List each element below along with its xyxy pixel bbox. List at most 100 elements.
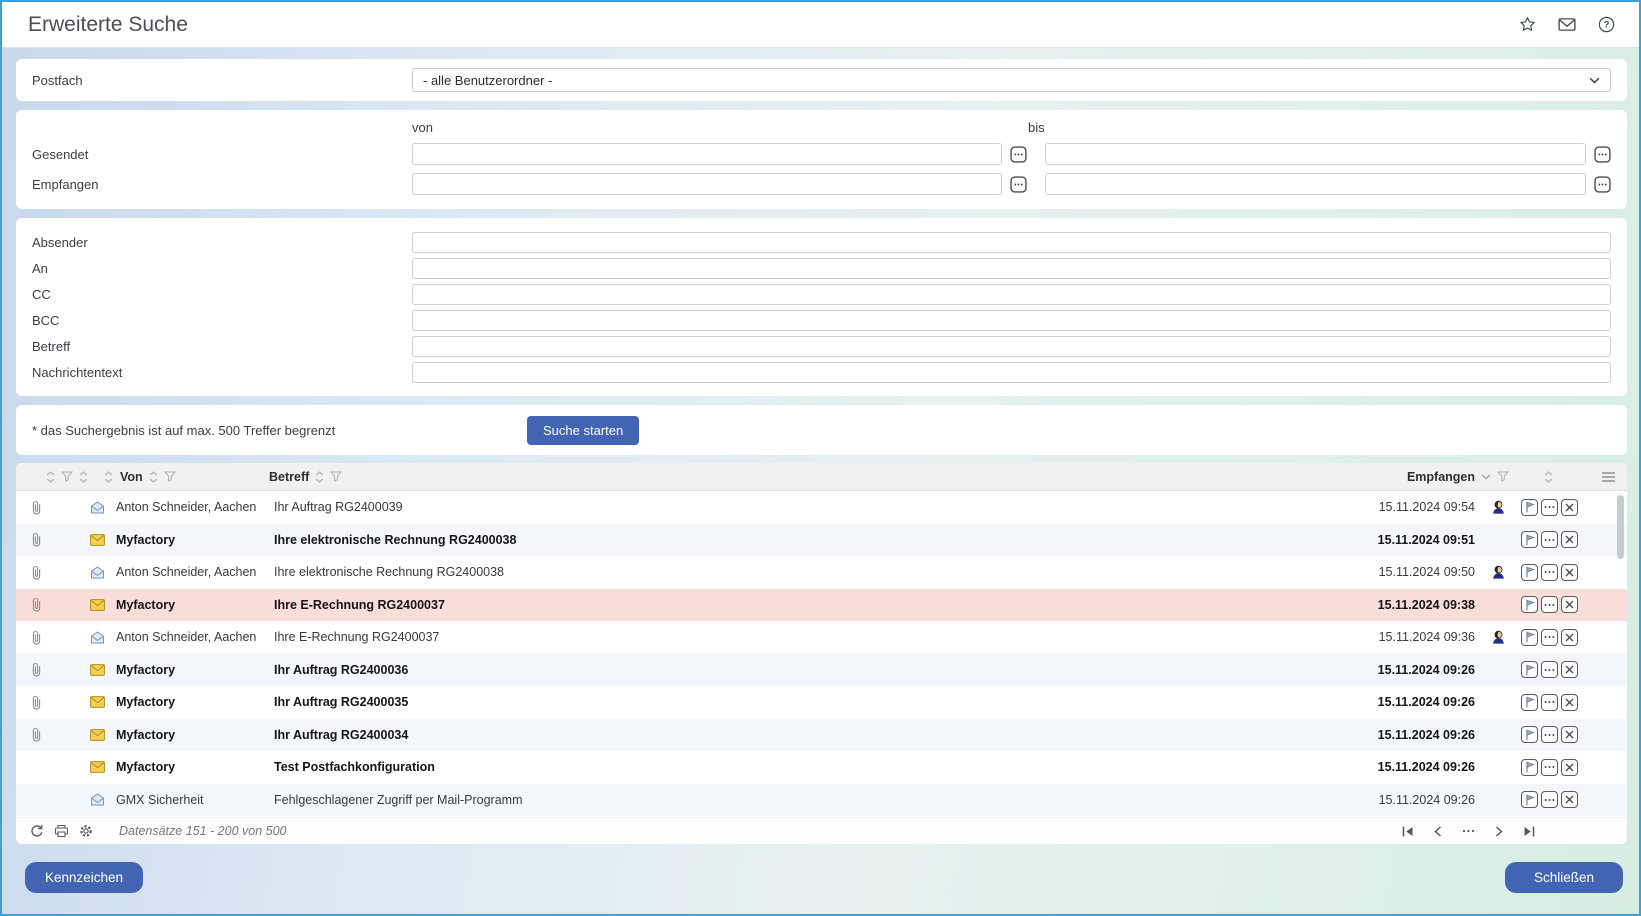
print-icon[interactable] [54, 824, 69, 838]
flag-button[interactable] [1521, 498, 1538, 516]
more-actions-button[interactable] [1541, 791, 1558, 809]
paperclip-icon [32, 532, 41, 547]
text-filter-row: Betreff [32, 335, 1611, 357]
text-field-input[interactable] [412, 231, 1611, 253]
svg-text:?: ? [1604, 20, 1610, 31]
row-subject: Ihr Auftrag RG2400034 [274, 727, 409, 742]
help-icon[interactable]: ? [1598, 16, 1615, 33]
gear-icon[interactable] [79, 824, 93, 838]
date-von-input[interactable] [412, 143, 1002, 165]
more-actions-button[interactable] [1541, 498, 1558, 516]
more-actions-button[interactable] [1541, 531, 1558, 549]
filter-icon[interactable] [163, 471, 176, 482]
delete-button[interactable] [1561, 791, 1578, 809]
delete-button[interactable] [1561, 563, 1578, 581]
envelope-icon[interactable] [1558, 17, 1576, 32]
table-row[interactable]: Anton Schneider, Aachen Ihre elektronisch… [16, 556, 1627, 589]
date-picker-button[interactable] [1010, 145, 1027, 163]
postfach-select[interactable]: - alle Benutzerordner - [412, 68, 1611, 92]
text-field-input[interactable] [412, 283, 1611, 305]
delete-button[interactable] [1561, 726, 1578, 744]
date-von-input[interactable] [412, 173, 1002, 195]
table-row[interactable]: Anton Schneider, Aachen Ihr Auftrag RG240… [16, 491, 1627, 524]
flag-button[interactable] [1521, 661, 1538, 679]
more-actions-button[interactable] [1541, 693, 1558, 711]
table-row[interactable]: Myfactory Ihr Auftrag RG2400036 15.11.2024… [16, 653, 1627, 686]
more-actions-button[interactable] [1541, 596, 1558, 614]
delete-button[interactable] [1561, 661, 1578, 679]
vertical-scrollbar[interactable] [1617, 495, 1624, 559]
text-field-input[interactable] [412, 361, 1611, 383]
flag-button[interactable] [1521, 726, 1538, 744]
text-field-input[interactable] [412, 309, 1611, 331]
date-filter-row: Empfangen [32, 173, 1611, 195]
ellipsis-icon [1544, 733, 1555, 737]
star-icon[interactable] [1519, 16, 1536, 33]
text-field-input[interactable] [412, 335, 1611, 357]
row-subject: Ihre elektronische Rechnung RG2400038 [274, 532, 517, 547]
flag-button[interactable] [1521, 758, 1538, 776]
delete-button[interactable] [1561, 628, 1578, 646]
flag-button[interactable] [1521, 791, 1538, 809]
more-actions-button[interactable] [1541, 628, 1558, 646]
sort-desc-icon[interactable] [1481, 474, 1491, 480]
row-received: 15.11.2024 09:51 [1377, 532, 1475, 547]
first-page-icon[interactable] [1402, 826, 1414, 837]
delete-button[interactable] [1561, 596, 1578, 614]
sort-icon[interactable] [79, 470, 88, 483]
menu-icon[interactable] [1602, 471, 1615, 482]
row-from: Anton Schneider, Aachen [116, 565, 257, 580]
close-x-icon [1565, 503, 1574, 512]
suche-starten-button[interactable]: Suche starten [527, 415, 640, 445]
flag-button[interactable] [1521, 693, 1538, 711]
sort-icon[interactable] [46, 470, 55, 483]
date-picker-button[interactable] [1594, 175, 1611, 193]
date-bis-input[interactable] [1045, 143, 1586, 165]
sort-icon[interactable] [104, 470, 113, 483]
table-row[interactable]: Myfactory Ihre E-Rechnung RG2400037 15.11.… [16, 588, 1627, 621]
sort-icon[interactable] [1544, 470, 1553, 483]
column-von[interactable]: Von [120, 470, 143, 484]
column-betreff[interactable]: Betreff [269, 470, 309, 484]
text-filter-row: An [32, 257, 1611, 279]
schliessen-button[interactable]: Schließen [1505, 861, 1623, 893]
date-bis-input[interactable] [1045, 173, 1586, 195]
text-field-input[interactable] [412, 257, 1611, 279]
next-page-icon[interactable] [1495, 825, 1503, 837]
flag-button[interactable] [1521, 596, 1538, 614]
flag-button[interactable] [1521, 531, 1538, 549]
flag-button[interactable] [1521, 563, 1538, 581]
table-row[interactable]: Myfactory Ihre elektronische Rechnung RG2… [16, 523, 1627, 556]
more-actions-button[interactable] [1541, 726, 1558, 744]
filter-icon[interactable] [1497, 471, 1509, 482]
column-empfangen[interactable]: Empfangen [1407, 470, 1475, 484]
close-x-icon [1565, 698, 1574, 707]
date-picker-button[interactable] [1594, 145, 1611, 163]
kennzeichen-button[interactable]: Kennzeichen [25, 861, 143, 893]
prev-page-icon[interactable] [1434, 825, 1442, 837]
filter-icon[interactable] [330, 471, 343, 482]
table-row[interactable]: Myfactory Ihr Auftrag RG2400034 15.11.2024… [16, 718, 1627, 751]
date-range-panel: von bis Gesendet Empfangen [16, 110, 1627, 209]
more-actions-button[interactable] [1541, 661, 1558, 679]
sort-icon[interactable] [149, 470, 158, 483]
refresh-icon[interactable] [30, 824, 44, 838]
table-row[interactable]: Anton Schneider, Aachen Ihre E-Rechnung R… [16, 621, 1627, 654]
date-picker-button[interactable] [1010, 175, 1027, 193]
more-actions-button[interactable] [1541, 758, 1558, 776]
delete-button[interactable] [1561, 498, 1578, 516]
delete-button[interactable] [1561, 758, 1578, 776]
last-page-icon[interactable] [1523, 826, 1535, 837]
delete-button[interactable] [1561, 531, 1578, 549]
filter-icon[interactable] [61, 471, 73, 482]
flag-icon [1524, 664, 1536, 676]
more-pages-icon[interactable] [1462, 829, 1475, 833]
delete-button[interactable] [1561, 693, 1578, 711]
table-row[interactable]: GMX Sicherheit Fehlgeschlagener Zugriff p… [16, 783, 1627, 816]
sort-icon[interactable] [315, 470, 324, 483]
table-row[interactable]: Myfactory Ihr Auftrag RG2400035 15.11.2024… [16, 686, 1627, 719]
row-received: 15.11.2024 09:26 [1378, 792, 1475, 807]
table-row[interactable]: Myfactory Test Postfachkonfiguration 15.11… [16, 751, 1627, 784]
flag-button[interactable] [1521, 628, 1538, 646]
more-actions-button[interactable] [1541, 563, 1558, 581]
